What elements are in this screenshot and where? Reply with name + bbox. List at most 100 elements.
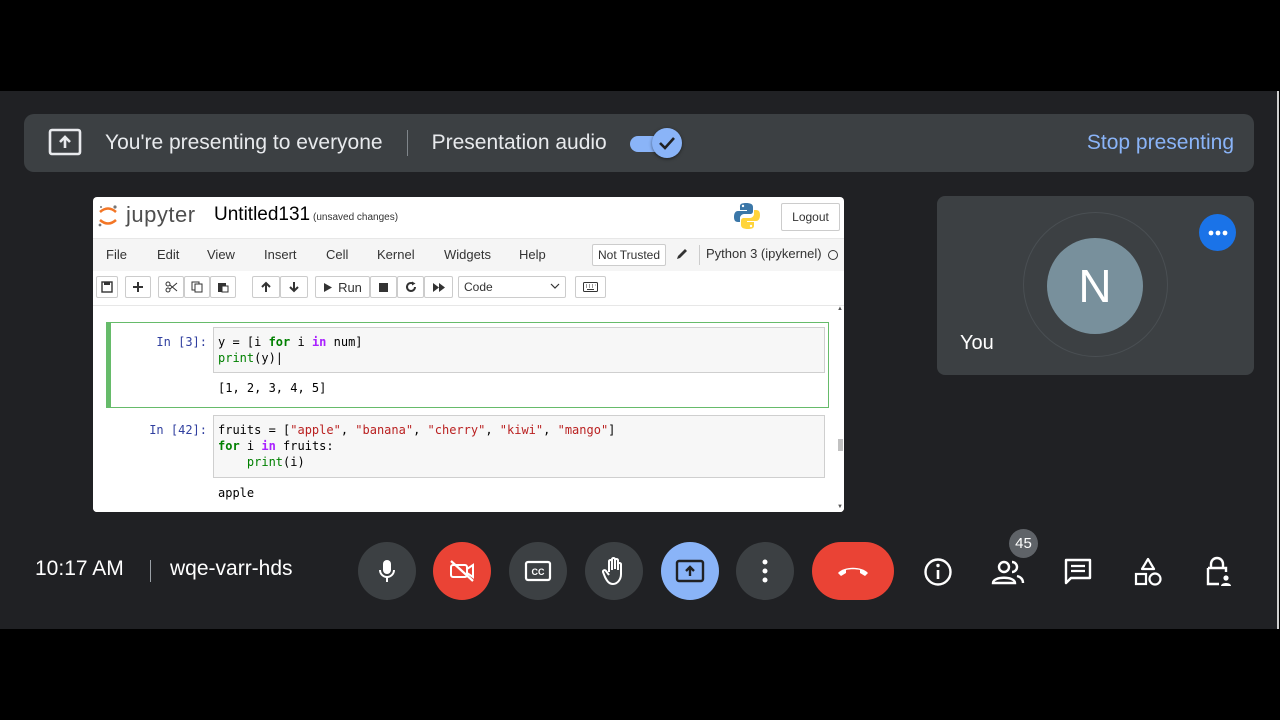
edit-pencil-icon[interactable] bbox=[675, 247, 689, 261]
menu-insert[interactable]: Insert bbox=[264, 247, 297, 262]
menu-help[interactable]: Help bbox=[519, 247, 546, 262]
hang-up-icon bbox=[838, 567, 868, 576]
chat-button[interactable] bbox=[1058, 552, 1098, 592]
more-horizontal-icon bbox=[1208, 230, 1227, 235]
menu-file[interactable]: File bbox=[106, 247, 127, 262]
notebook-cells-area: In [3]: y = [i for i in num] print(y)| [… bbox=[93, 306, 844, 512]
cut-button[interactable] bbox=[158, 276, 184, 298]
cell-output: [1, 2, 3, 4, 5] bbox=[218, 381, 327, 395]
banner-divider bbox=[406, 130, 408, 156]
menu-cell[interactable]: Cell bbox=[326, 247, 348, 262]
microphone-button[interactable] bbox=[358, 542, 416, 600]
save-button[interactable] bbox=[96, 276, 118, 298]
meeting-time: 10:17 AM bbox=[35, 557, 124, 580]
jupyter-ring-icon bbox=[98, 205, 117, 227]
toggle-knob bbox=[651, 128, 682, 158]
chevron-down-icon bbox=[550, 283, 560, 289]
present-now-button[interactable] bbox=[661, 542, 719, 600]
save-icon bbox=[101, 281, 113, 293]
interrupt-kernel-button[interactable] bbox=[370, 276, 397, 298]
jupyter-wordmark: jupyter bbox=[126, 202, 196, 227]
not-trusted-button[interactable]: Not Trusted bbox=[592, 244, 667, 266]
activities-shapes-icon bbox=[1134, 557, 1162, 586]
code-input[interactable]: fruits = ["apple", "banana", "cherry", "… bbox=[213, 415, 825, 478]
restart-kernel-button[interactable] bbox=[397, 276, 424, 298]
present-screen-icon bbox=[675, 559, 705, 583]
jupyter-menubar: File Edit View Insert Cell Kernel Widget… bbox=[93, 238, 844, 272]
check-icon bbox=[658, 137, 675, 150]
closed-captions-icon: CC bbox=[524, 560, 552, 582]
scroll-thumb[interactable] bbox=[838, 439, 843, 451]
self-participant-tile: N You bbox=[937, 196, 1254, 375]
camera-off-button[interactable] bbox=[433, 542, 491, 600]
jupyter-logo[interactable]: jupyter bbox=[97, 202, 197, 230]
fast-forward-icon bbox=[432, 282, 445, 292]
raise-hand-button[interactable] bbox=[585, 542, 643, 600]
stop-icon bbox=[379, 282, 388, 292]
more-options-button[interactable] bbox=[736, 542, 794, 600]
copy-icon bbox=[191, 281, 203, 293]
tile-more-options-button[interactable] bbox=[1199, 214, 1236, 251]
more-vertical-icon bbox=[762, 559, 768, 583]
presentation-audio-label: Presentation audio bbox=[431, 131, 607, 154]
insert-cell-button[interactable] bbox=[125, 276, 151, 298]
scroll-up-icon[interactable]: ▲ bbox=[837, 306, 843, 312]
menu-edit[interactable]: Edit bbox=[157, 247, 179, 262]
camera-off-icon bbox=[450, 560, 474, 582]
jupyter-header: jupyter Untitled131 (unsaved changes) Lo… bbox=[93, 197, 844, 237]
screen-edge bbox=[1277, 91, 1279, 629]
notebook-title[interactable]: Untitled131 bbox=[214, 204, 310, 226]
captions-button[interactable]: CC bbox=[509, 542, 567, 600]
chat-icon bbox=[1064, 558, 1092, 585]
save-status: (unsaved changes) bbox=[313, 212, 399, 223]
present-screen-icon bbox=[47, 125, 83, 161]
meeting-code: wqe-varr-hds bbox=[170, 557, 293, 580]
cell-prompt: In [3]: bbox=[156, 335, 207, 349]
host-controls-button[interactable] bbox=[1198, 552, 1238, 592]
jupyter-notebook-window: jupyter Untitled131 (unsaved changes) Lo… bbox=[93, 197, 844, 512]
meeting-details-button[interactable] bbox=[918, 552, 958, 592]
stop-presenting-button[interactable]: Stop presenting bbox=[1087, 131, 1234, 155]
cell-prompt: In [42]: bbox=[149, 423, 207, 437]
run-button[interactable]: Run bbox=[315, 276, 370, 298]
arrow-up-icon bbox=[261, 281, 271, 292]
move-down-button[interactable] bbox=[280, 276, 308, 298]
avatar: N bbox=[1047, 238, 1143, 334]
kernel-divider bbox=[699, 245, 700, 265]
leave-call-button[interactable] bbox=[812, 542, 894, 600]
presenting-banner: You're presenting to everyone Presentati… bbox=[24, 114, 1254, 172]
cell-output: apple bbox=[218, 486, 255, 500]
plus-icon bbox=[133, 282, 143, 292]
menu-kernel[interactable]: Kernel bbox=[377, 247, 415, 262]
scroll-down-icon[interactable]: ▼ bbox=[837, 504, 843, 510]
keyboard-icon bbox=[583, 282, 598, 292]
logout-button[interactable]: Logout bbox=[781, 203, 840, 231]
activities-button[interactable] bbox=[1128, 552, 1168, 592]
restart-run-all-button[interactable] bbox=[424, 276, 453, 298]
play-icon bbox=[324, 282, 333, 292]
jupyter-toolbar: Run Code bbox=[93, 271, 844, 306]
presentation-audio-toggle[interactable] bbox=[629, 128, 684, 158]
people-button[interactable] bbox=[988, 552, 1028, 592]
menu-widgets[interactable]: Widgets bbox=[444, 247, 491, 262]
people-icon bbox=[991, 560, 1025, 585]
svg-text:CC: CC bbox=[532, 567, 545, 577]
code-line: y = [i for i in num] bbox=[218, 335, 363, 349]
run-label: Run bbox=[338, 279, 362, 295]
arrow-down-icon bbox=[289, 282, 299, 293]
raise-hand-icon bbox=[602, 557, 622, 585]
command-palette-button[interactable] bbox=[575, 276, 606, 298]
code-input[interactable]: y = [i for i in num] print(y)| bbox=[213, 327, 825, 373]
paste-button[interactable] bbox=[210, 276, 236, 298]
restart-icon bbox=[405, 281, 416, 292]
move-up-button[interactable] bbox=[252, 276, 280, 298]
notebook-scrollbar[interactable]: ▲ ▼ bbox=[836, 306, 844, 512]
copy-button[interactable] bbox=[184, 276, 210, 298]
kernel-name: Python 3 (ipykernel) bbox=[706, 246, 822, 261]
menu-view[interactable]: View bbox=[207, 247, 235, 262]
participant-name: You bbox=[960, 332, 994, 354]
presenting-message: You're presenting to everyone bbox=[105, 131, 383, 154]
lock-person-icon bbox=[1206, 556, 1231, 586]
paste-icon bbox=[218, 283, 229, 293]
cell-type-select[interactable]: Code bbox=[458, 276, 566, 298]
